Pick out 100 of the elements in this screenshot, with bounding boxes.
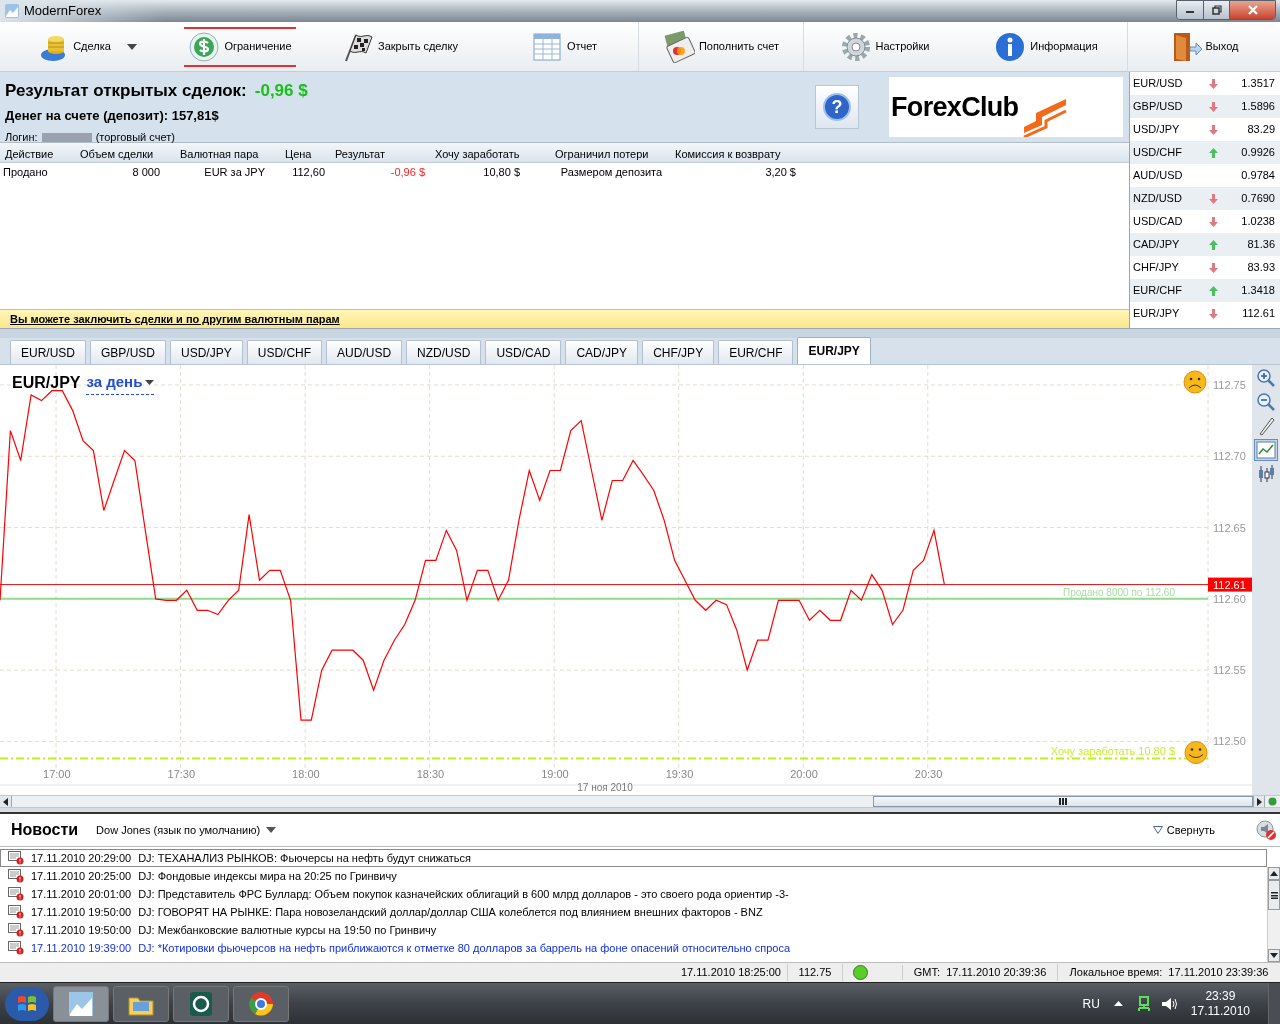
minimize-button[interactable] xyxy=(1177,1,1203,19)
scroll-left-button[interactable] xyxy=(0,796,12,807)
axis-label: 19:00 xyxy=(541,768,569,780)
start-button[interactable] xyxy=(5,986,49,1021)
quote-row[interactable]: EUR/CHF 1.3418 xyxy=(1130,279,1280,302)
scroll-right-button[interactable] xyxy=(1253,796,1265,807)
caret-icon xyxy=(266,827,277,833)
help-button[interactable]: ? xyxy=(815,85,859,129)
period-dropdown[interactable]: за день xyxy=(86,371,155,395)
pair-tab[interactable]: CHF/JPY xyxy=(642,340,715,364)
toolbar-button[interactable]: Отчет xyxy=(526,26,602,67)
column-header[interactable]: Результат xyxy=(335,147,386,160)
table-cell: 8 000 xyxy=(132,166,160,178)
news-item[interactable]: 17.11.2010 19:50:00 DJ: Межбанковские валютные курсы на 19:50 по Гринвичу xyxy=(0,921,1267,939)
column-header[interactable]: Хочу заработать xyxy=(435,147,520,160)
quote-row[interactable]: NZD/USD 0.7690 xyxy=(1130,187,1280,210)
taskbar-button[interactable] xyxy=(53,985,109,1022)
pair-tab[interactable]: USD/JPY xyxy=(170,340,243,364)
news-alert-icon xyxy=(8,851,24,865)
quote-row[interactable]: CAD/JPY 81.36 xyxy=(1130,233,1280,256)
scroll-down-button[interactable] xyxy=(1268,949,1280,962)
news-item[interactable]: 17.11.2010 19:50:00 DJ: ГОВОРЯТ НА РЫНКЕ: Пара новозеландский доллар/доллар США колеблется под влиянием внешних факторов - BNZ xyxy=(0,903,1267,921)
pair-tab[interactable]: AUD/USD xyxy=(326,340,403,364)
candlestick-icon xyxy=(1256,464,1276,484)
close-button[interactable] xyxy=(1229,1,1275,19)
column-header[interactable]: Ограничил потери xyxy=(555,147,649,160)
pair-tab[interactable]: CAD/JPY xyxy=(565,340,639,364)
toolbar-button[interactable]: Настройки xyxy=(835,26,934,67)
zoom-in-icon xyxy=(1256,368,1276,388)
toolbar-button[interactable]: Закрыть сделку xyxy=(338,26,462,67)
table-cell: -0,96 $ xyxy=(390,166,425,178)
network-icon xyxy=(1136,995,1151,1012)
toolbar-button[interactable]: Сделка xyxy=(33,26,115,67)
restore-icon xyxy=(1211,5,1222,15)
pair-tab[interactable]: EUR/CHF xyxy=(718,340,794,364)
column-header[interactable]: Объем сделки xyxy=(80,147,154,160)
column-header[interactable]: Валютная пара xyxy=(180,147,259,160)
news-item[interactable]: 17.11.2010 20:29:00 DJ: ТЕХАНАЛИЗ РЫНКОВ: Фьючерсы на нефть будут снижаться xyxy=(0,849,1267,867)
news-headline: DJ: ТЕХАНАЛИЗ РЫНКОВ: Фьючерсы на нефть будут снижаться xyxy=(138,850,472,866)
news-source-dropdown[interactable]: Dow Jones (язык по умолчанию) xyxy=(96,821,277,839)
table-cell: EUR за JPY xyxy=(204,166,265,178)
quote-row[interactable]: USD/CHF 0.9926 xyxy=(1130,141,1280,164)
language-indicator[interactable]: RU xyxy=(1082,994,1100,1013)
chart-app-icon xyxy=(67,989,95,1018)
pair-tab[interactable]: USD/CAD xyxy=(485,340,562,364)
axis-title: 17 ноя 2010 xyxy=(577,782,633,793)
caret-icon xyxy=(145,380,155,385)
table-cell: 10,80 $ xyxy=(483,166,520,178)
pair-tab[interactable]: GBP/USD xyxy=(90,340,167,364)
taskbar-button[interactable] xyxy=(113,985,169,1022)
toolbar-button[interactable]: Выход xyxy=(1165,26,1243,67)
position-label: Продано 8000 по 112.60 xyxy=(1063,586,1175,598)
toolbar-button[interactable]: Ограничение xyxy=(184,26,296,67)
news-item[interactable]: 17.11.2010 20:25:00 DJ: Фондовые индексы мира на 20:25 по Гринвичу xyxy=(0,867,1267,885)
news-time: 17.11.2010 19:50:00 xyxy=(31,904,132,920)
axis-label: 20:30 xyxy=(914,768,943,780)
price-tag: 112.61 xyxy=(1208,577,1252,592)
status-quote-time: 17.11.2010 18:25:00 xyxy=(665,964,788,981)
scroll-thumb[interactable] xyxy=(1268,880,1280,910)
pair-tab[interactable]: EUR/JPY xyxy=(797,337,871,364)
pair-tab[interactable]: EUR/USD xyxy=(10,340,86,364)
toolbar-button[interactable]: Информация xyxy=(990,26,1102,67)
scroll-up-button[interactable] xyxy=(1268,867,1280,880)
down-arrow-icon xyxy=(1270,953,1278,958)
news-headline: DJ: ГОВОРЯТ НА РЫНКЕ: Пара новозеландский доллар/доллар США колеблется под влиянием внешних факторов - BNZ xyxy=(138,904,763,920)
browser-icon xyxy=(247,989,275,1018)
news-item[interactable]: 17.11.2010 20:01:00 DJ: Представитель ФРС Буллард: Объем покупок казначейских облигаций в 600 млрд долларов - это своего рода ориентир -3- xyxy=(0,885,1267,903)
taskbar-button[interactable] xyxy=(173,985,229,1022)
taskbar-button[interactable] xyxy=(233,985,289,1022)
table-cell: Размером депозита xyxy=(560,166,663,178)
column-header[interactable]: Действие xyxy=(5,147,54,160)
windows-logo-icon xyxy=(17,993,37,1014)
toolbar-button[interactable]: Пополнить счет xyxy=(658,26,784,67)
up-arrow-icon xyxy=(1270,871,1278,876)
status-price: 112.75 xyxy=(788,964,843,981)
news-headline: DJ: *Котировки фьючерсов на нефть приближаются к отметке 80 долларов за баррель на фоне опасений относительно спроса xyxy=(138,940,790,956)
column-header[interactable]: Цена xyxy=(285,147,312,160)
axis-label: 112.60 xyxy=(1213,592,1246,605)
table-icon xyxy=(530,30,563,63)
quote-row[interactable]: GBP/USD 1.5896 xyxy=(1130,95,1280,118)
news-item[interactable]: 17.11.2010 19:39:00 DJ: *Котировки фьючерсов на нефть приближаются к отметке 80 долларов за баррель на фоне опасений относительно спроса xyxy=(0,939,1267,957)
ref-line-label: 112.61 xyxy=(1213,578,1246,591)
target-label: Хочу заработать 10.80 $ xyxy=(1050,744,1175,757)
clock-time: 23:39 xyxy=(1205,988,1236,1004)
collapse-button[interactable]: Свернуть xyxy=(1152,821,1215,839)
result-label: Результат открытых сделок: xyxy=(5,80,247,102)
pair-tab[interactable]: USD/CHF xyxy=(246,340,323,364)
column-header[interactable]: Комиссия к возврату xyxy=(675,147,781,160)
chart-tool-button[interactable] xyxy=(1254,439,1278,461)
window-title: ModernForex xyxy=(24,2,102,21)
app-icon xyxy=(4,3,20,19)
news-time: 17.11.2010 19:50:00 xyxy=(31,922,132,938)
smiley-icon xyxy=(1184,741,1208,765)
tray-arrow-icon xyxy=(1113,1001,1123,1006)
pair-tab[interactable]: NZD/USD xyxy=(406,340,482,364)
axis-label: 112.70 xyxy=(1213,450,1246,463)
restore-button[interactable] xyxy=(1203,1,1229,19)
scroll-thumb[interactable] xyxy=(873,796,1253,807)
logo: ForexClub xyxy=(889,77,1123,137)
axis-label: 112.50 xyxy=(1213,735,1246,748)
